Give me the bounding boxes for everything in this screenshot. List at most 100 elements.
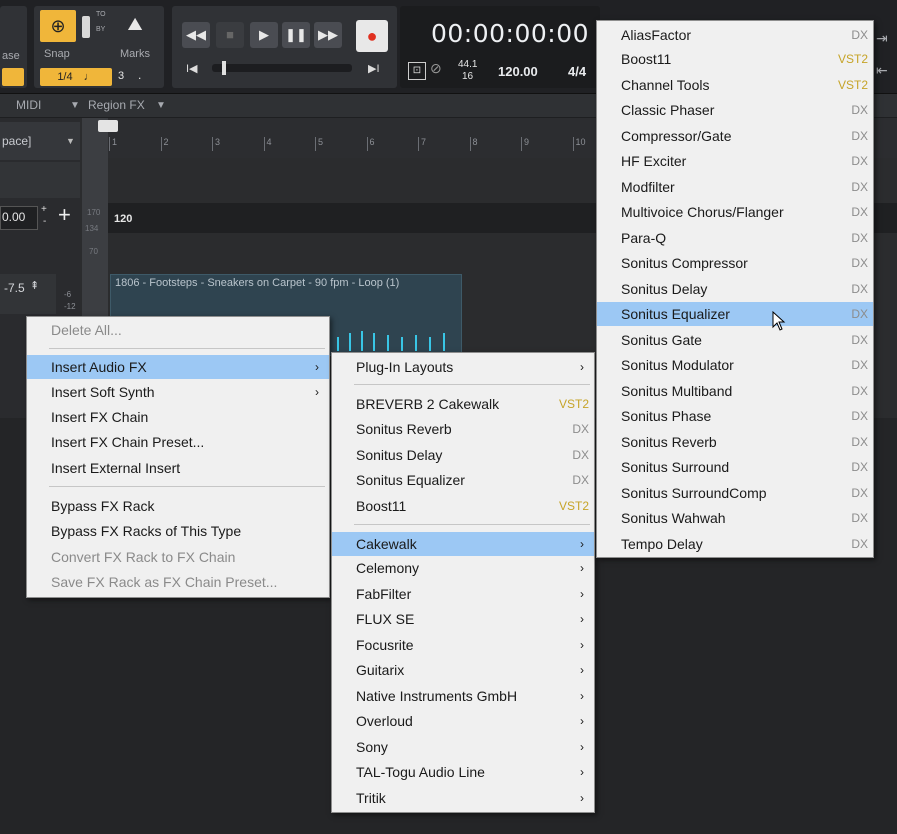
time-display[interactable]: 00:00:00:00 <box>431 19 589 48</box>
menu-item-tritik[interactable]: Tritik › <box>332 786 594 810</box>
snap-resolution-select[interactable]: 1/4 ♩ <box>40 68 112 86</box>
volume-field[interactable]: 0.00 <box>0 206 38 230</box>
go-to-end-icon[interactable]: ▶I <box>368 62 380 75</box>
menu-item-insert-soft-synth[interactable]: Insert Soft Synth › <box>27 380 329 404</box>
snap-toggle-button[interactable]: ⊕ <box>40 10 76 42</box>
menu-item-compressor-gate[interactable]: Compressor/Gate DX <box>597 124 873 148</box>
chevron-down-icon[interactable]: ▼ <box>70 100 80 111</box>
chevron-down-icon[interactable]: ▼ <box>156 100 166 111</box>
workspace-selector[interactable]: pace] ▼ <box>0 122 80 160</box>
menu-item-sonitus-phase[interactable]: Sonitus Phase DX <box>597 404 873 428</box>
menu-item-label: Save FX Rack as FX Chain Preset... <box>51 574 278 590</box>
metronome-icon[interactable]: ⊡ <box>408 62 426 80</box>
panel-toggle-icon[interactable]: ⇥ <box>876 30 888 47</box>
menu-item-label: FLUX SE <box>356 611 415 627</box>
menu-item-sonitus-equalizer[interactable]: Sonitus Equalizer DX <box>597 302 873 326</box>
menu-item-label: Plug-In Layouts <box>356 359 454 375</box>
menu-item-sonitus-delay[interactable]: Sonitus Delay DX <box>332 443 594 467</box>
menu-item-insert-fx-chain[interactable]: Insert FX Chain <box>27 405 329 429</box>
snap-mode-switch[interactable] <box>82 16 90 38</box>
menu-item-insert-audio-fx[interactable]: Insert Audio FX › <box>27 355 329 379</box>
menu-item-sonitus-reverb[interactable]: Sonitus Reverb DX <box>332 417 594 441</box>
menu-item-aliasfactor[interactable]: AliasFactor DX <box>597 23 873 47</box>
ruler-tick-label: 10 <box>572 137 586 151</box>
menu-item-sonitus-reverb[interactable]: Sonitus Reverb DX <box>597 430 873 454</box>
menu-item-sonitus-modulator[interactable]: Sonitus Modulator DX <box>597 353 873 377</box>
menu-item-boost11[interactable]: Boost11 VST2 <box>332 494 594 518</box>
go-to-start-icon[interactable]: I◀ <box>186 62 198 75</box>
menu-item-sonitus-compressor[interactable]: Sonitus Compressor DX <box>597 251 873 275</box>
meter-value[interactable]: 4/4 <box>568 64 586 79</box>
menu-item-multivoice-chorus-flanger[interactable]: Multivoice Chorus/Flanger DX <box>597 200 873 224</box>
plugin-format-tag: DX <box>851 103 868 117</box>
snap-dot[interactable]: . <box>138 68 141 82</box>
menu-item-channel-tools[interactable]: Channel Tools VST2 <box>597 73 873 97</box>
plugin-format-tag: DX <box>572 422 589 436</box>
plugin-format-tag: DX <box>851 460 868 474</box>
position-slider[interactable] <box>212 61 352 75</box>
tool-button[interactable] <box>2 68 24 86</box>
stop-icon[interactable]: ■ <box>216 22 244 48</box>
pause-icon[interactable]: ❚❚ <box>282 22 310 48</box>
menu-item-plug-in-layouts[interactable]: Plug-In Layouts › <box>332 355 594 379</box>
menu-item-hf-exciter[interactable]: HF Exciter DX <box>597 149 873 173</box>
spin-down-icon[interactable]: - <box>43 216 46 227</box>
waveform-peak <box>401 337 403 351</box>
menu-item-sonitus-wahwah[interactable]: Sonitus Wahwah DX <box>597 506 873 530</box>
panel-collapse-icon[interactable]: ⇤ <box>876 62 888 79</box>
fast-forward-icon[interactable]: ▶▶ <box>314 22 342 48</box>
menu-item-sonitus-gate[interactable]: Sonitus Gate DX <box>597 328 873 352</box>
now-marker[interactable] <box>98 120 118 132</box>
ruler-tick-label: 6 <box>366 137 375 151</box>
position-handle[interactable] <box>222 61 226 75</box>
plugin-format-tag: VST2 <box>837 78 868 92</box>
menu-item-sonitus-surroundcomp[interactable]: Sonitus SurroundComp DX <box>597 481 873 505</box>
menu-item-tempo-delay[interactable]: Tempo Delay DX <box>597 532 873 556</box>
plugin-format-tag: DX <box>851 154 868 168</box>
chevron-down-icon: ▼ <box>66 136 75 146</box>
add-icon[interactable]: + <box>58 202 71 228</box>
menu-item-celemony[interactable]: Celemony › <box>332 556 594 580</box>
tempo-value[interactable]: 120.00 <box>498 64 538 79</box>
menu-item-classic-phaser[interactable]: Classic Phaser DX <box>597 98 873 122</box>
play-icon[interactable]: ▶ <box>250 22 278 48</box>
menu-item-label: Channel Tools <box>621 77 710 93</box>
plugin-format-tag: DX <box>851 358 868 372</box>
menu-item-para-q[interactable]: Para-Q DX <box>597 226 873 250</box>
menu-item-native-instruments-gmbh[interactable]: Native Instruments GmbH › <box>332 684 594 708</box>
marks-icon[interactable]: ⛰ <box>123 14 147 36</box>
rewind-icon[interactable]: ◀◀ <box>182 22 210 48</box>
menu-item-bypass-fx-rack[interactable]: Bypass FX Rack <box>27 494 329 518</box>
menu-item-sony[interactable]: Sony › <box>332 735 594 759</box>
midi-menu[interactable]: MIDI <box>16 98 41 112</box>
menu-item-insert-external-insert[interactable]: Insert External Insert <box>27 456 329 480</box>
menu-item-boost11[interactable]: Boost11 VST2 <box>597 47 873 71</box>
menu-item-overloud[interactable]: Overloud › <box>332 709 594 733</box>
menu-item-tal-togu-audio-line[interactable]: TAL-Togu Audio Line › <box>332 760 594 784</box>
menu-item-sonitus-equalizer[interactable]: Sonitus Equalizer DX <box>332 468 594 492</box>
menu-item-flux-se[interactable]: FLUX SE › <box>332 607 594 631</box>
snap-count[interactable]: 3 <box>118 70 124 82</box>
plugin-format-tag: DX <box>572 473 589 487</box>
menu-item-modfilter[interactable]: Modfilter DX <box>597 175 873 199</box>
menu-item-cakewalk[interactable]: Cakewalk › <box>332 532 594 556</box>
menu-item-insert-fx-chain-preset[interactable]: Insert FX Chain Preset... <box>27 430 329 454</box>
gain-control[interactable]: -7.5 ⇞ <box>0 274 56 314</box>
menu-item-fabfilter[interactable]: FabFilter › <box>332 582 594 606</box>
menu-item-bypass-fx-racks-of-this-type[interactable]: Bypass FX Racks of This Type <box>27 519 329 543</box>
region-fx-menu[interactable]: Region FX <box>88 98 145 112</box>
menu-item-sonitus-multiband[interactable]: Sonitus Multiband DX <box>597 379 873 403</box>
loop-icon[interactable]: ⊘ <box>430 60 442 77</box>
plugin-format-tag: DX <box>851 205 868 219</box>
menu-separator <box>49 348 325 349</box>
menu-item-focusrite[interactable]: Focusrite › <box>332 633 594 657</box>
tempo-scale-170: 170 <box>87 208 101 217</box>
note-icon: ♩ <box>83 71 95 83</box>
record-icon[interactable]: ● <box>356 20 388 52</box>
menu-item-sonitus-surround[interactable]: Sonitus Surround DX <box>597 455 873 479</box>
insert-audio-fx-submenu: Plug-In Layouts › BREVERB 2 Cakewalk VST2 So… <box>331 352 595 813</box>
menu-item-sonitus-delay[interactable]: Sonitus Delay DX <box>597 277 873 301</box>
menu-item-breverb-2-cakewalk[interactable]: BREVERB 2 Cakewalk VST2 <box>332 392 594 416</box>
spin-up-icon[interactable]: + <box>41 204 47 215</box>
menu-item-guitarix[interactable]: Guitarix › <box>332 658 594 682</box>
